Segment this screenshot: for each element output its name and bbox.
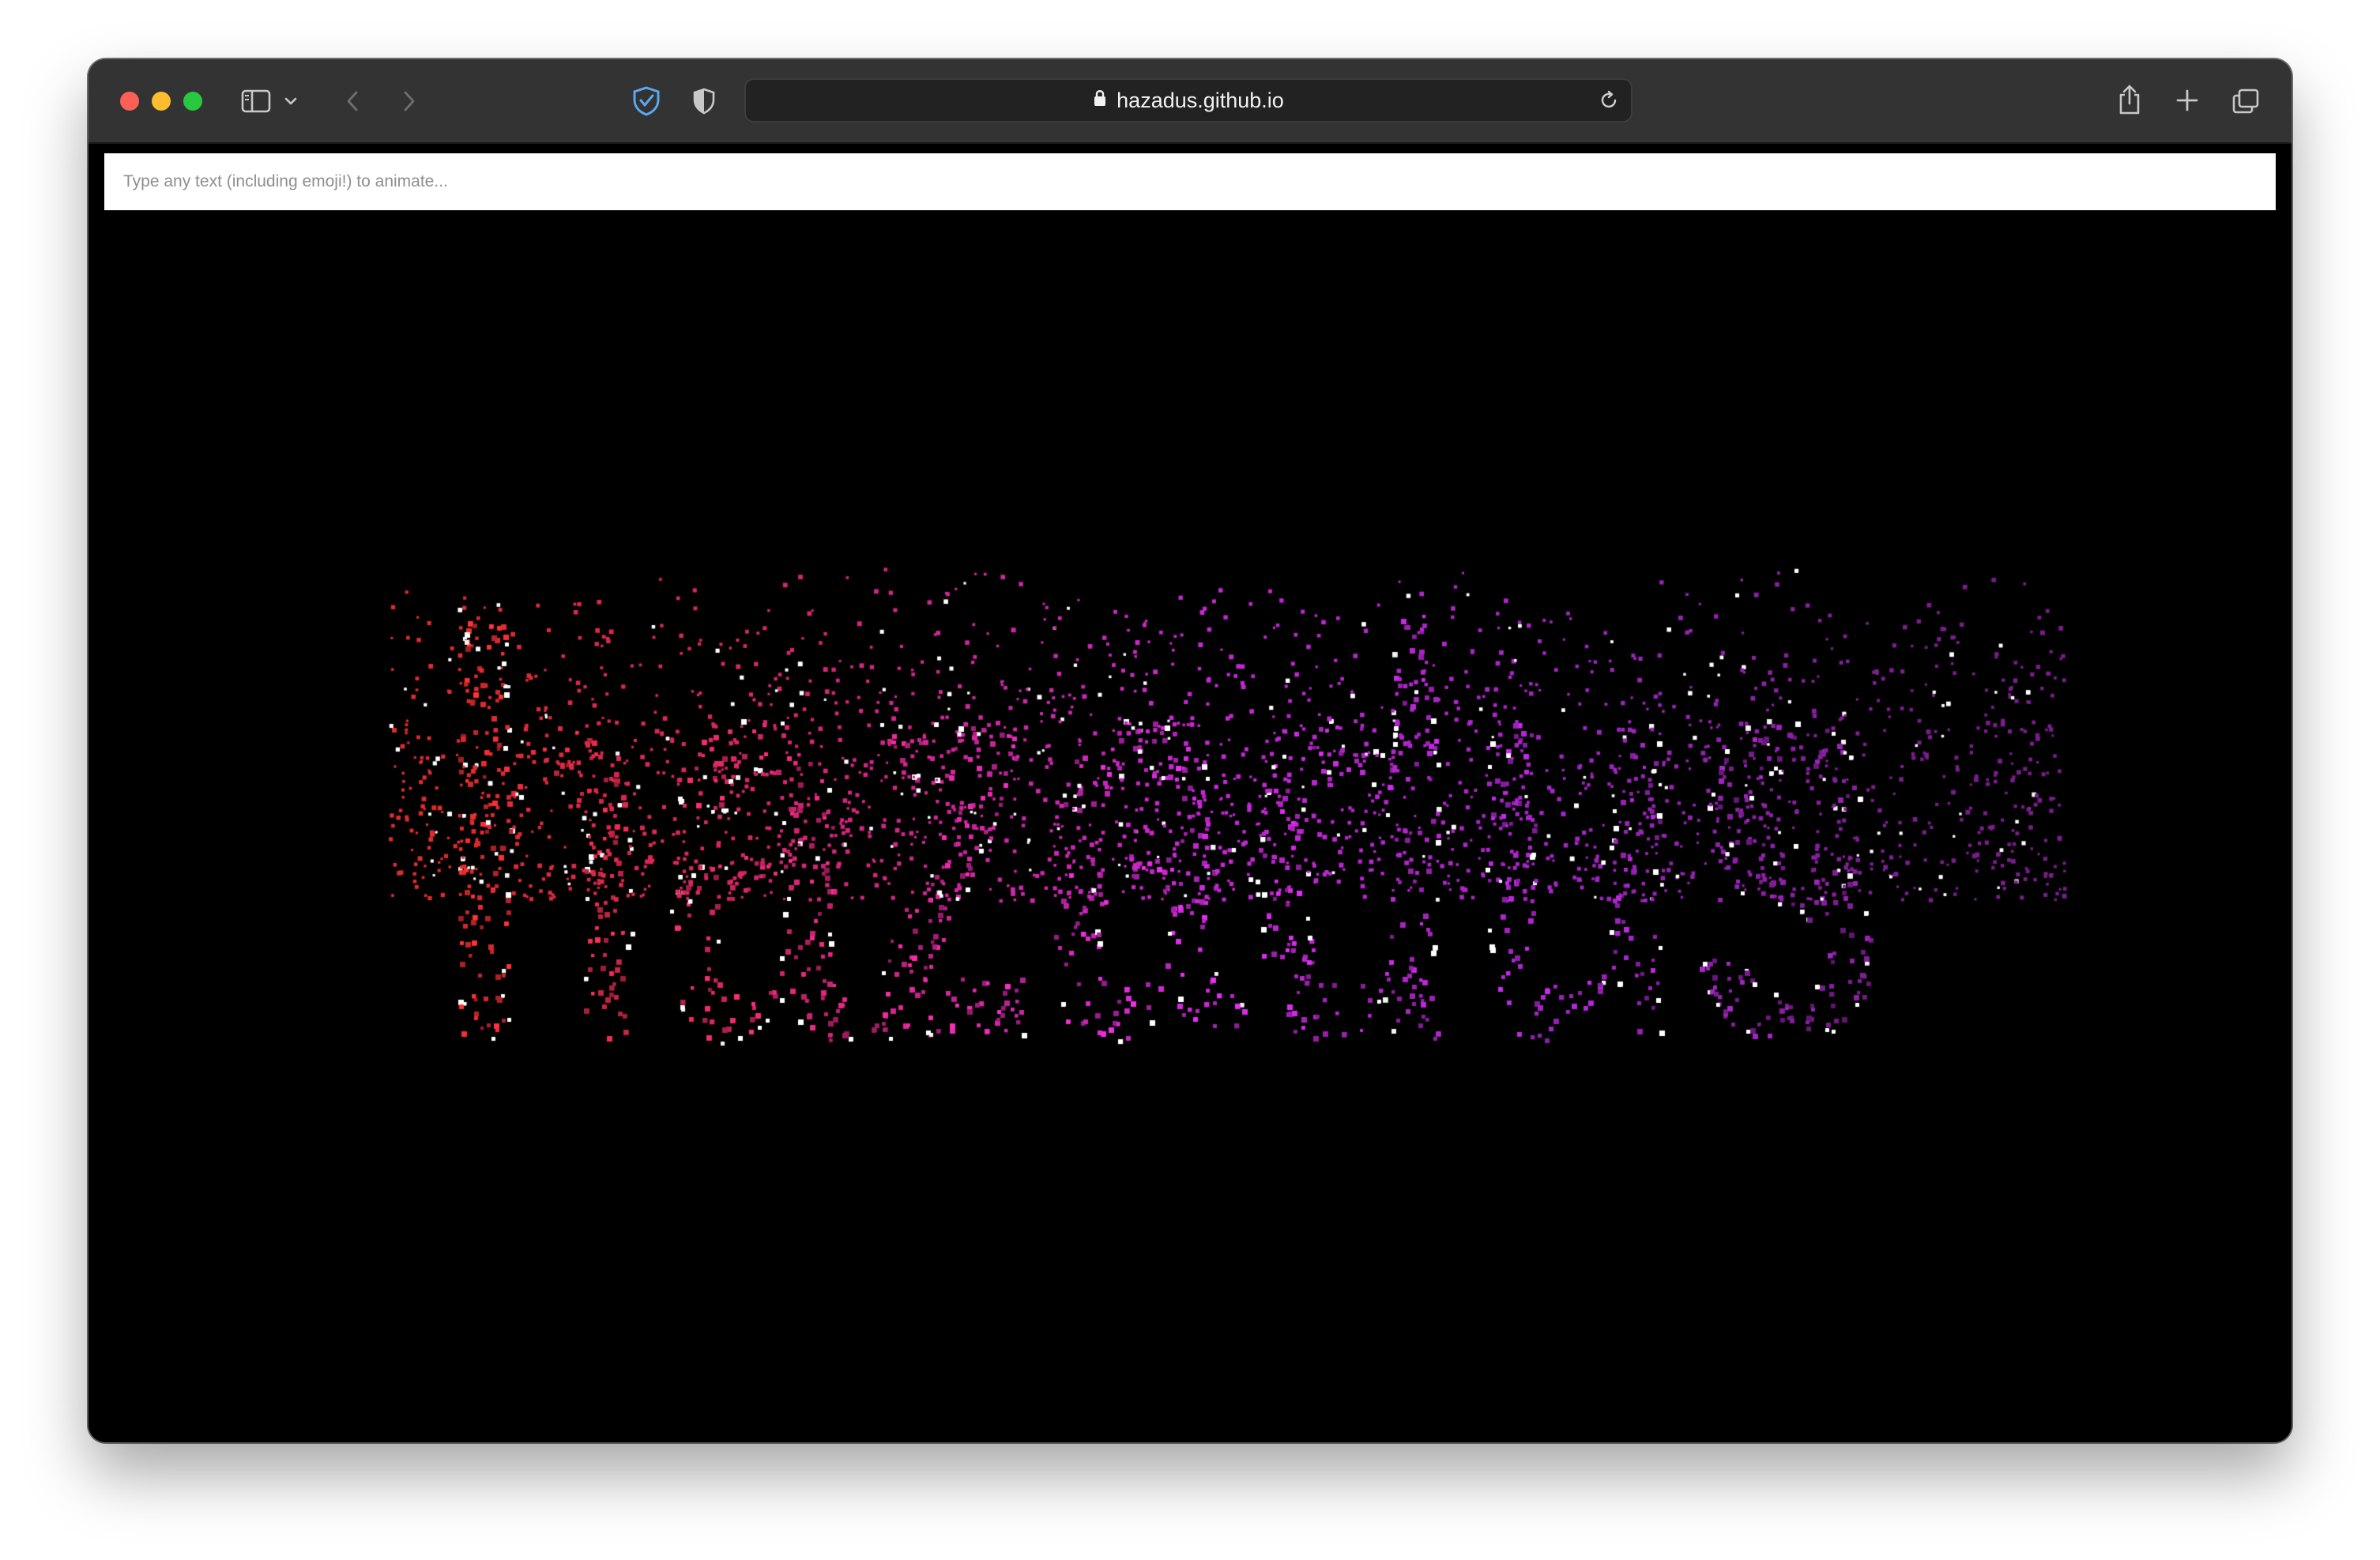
url-text: hazadus.github.io	[1117, 88, 1284, 112]
privacy-shield-icon[interactable]	[691, 86, 717, 116]
particle-text-animation[interactable]	[88, 220, 2292, 1442]
back-icon[interactable]	[343, 89, 362, 113]
address-bar[interactable]: hazadus.github.io	[744, 78, 1632, 122]
lock-icon	[1093, 89, 1107, 113]
close-window-button[interactable]	[120, 92, 139, 111]
share-icon[interactable]	[2116, 83, 2143, 116]
zoom-window-button[interactable]	[183, 92, 202, 111]
chevron-down-icon[interactable]	[283, 94, 299, 108]
animate-text-input[interactable]	[104, 153, 2276, 210]
sidebar-icon[interactable]	[240, 88, 272, 115]
browser-window: hazadus.github.io	[88, 59, 2292, 1442]
shield-check-icon[interactable]	[631, 85, 662, 118]
page-content	[88, 144, 2292, 1442]
minimize-window-button[interactable]	[152, 92, 171, 111]
reload-icon[interactable]	[1598, 89, 1620, 111]
new-tab-icon[interactable]	[2175, 88, 2200, 113]
forward-icon[interactable]	[400, 89, 419, 113]
tab-overview-icon[interactable]	[2230, 86, 2261, 116]
browser-toolbar: hazadus.github.io	[88, 59, 2292, 144]
